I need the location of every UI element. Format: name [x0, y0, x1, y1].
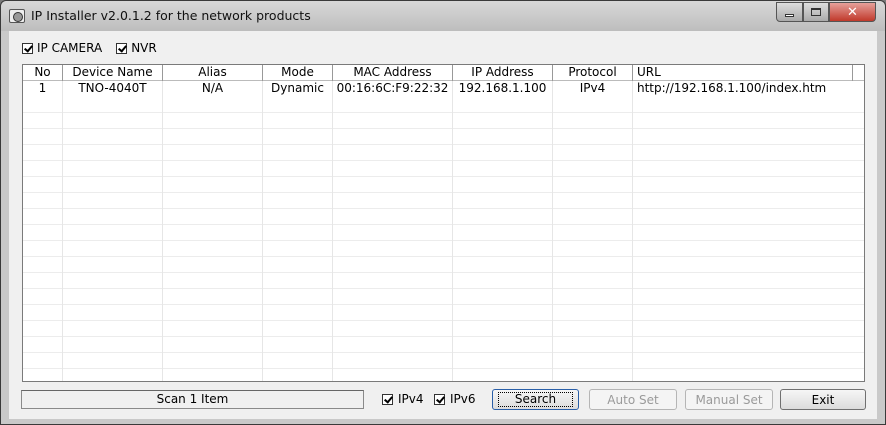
manual-set-button[interactable]: Manual Set [685, 389, 773, 410]
auto-set-button[interactable]: Auto Set [589, 389, 677, 410]
column-header-filler [853, 65, 864, 81]
column-header-ip-address[interactable]: IP Address [453, 65, 553, 81]
checkbox-checked-icon [434, 393, 445, 405]
ipv4-label: IPv4 [398, 392, 424, 406]
cell-url: http://192.168.1.100/index.htm [637, 81, 827, 95]
ipv6-label: IPv6 [450, 392, 476, 406]
checkbox-checked-icon [22, 42, 33, 54]
ip-camera-label: IP CAMERA [37, 41, 103, 55]
exit-button-label: Exit [811, 392, 835, 407]
column-header-url[interactable]: URL [633, 65, 853, 81]
window-title: IP Installer v2.0.1.2 for the network pr… [31, 8, 311, 23]
column-header-alias[interactable]: Alias [163, 65, 263, 81]
maximize-button[interactable] [803, 2, 829, 22]
maximize-icon [811, 8, 821, 16]
cell-mac-address: 00:16:6C:F9:22:32 [333, 81, 453, 97]
column-header-device-name[interactable]: Device Name [63, 65, 163, 81]
client-area: IP CAMERA NVR No Device Name Alias Mode … [9, 31, 877, 419]
close-button[interactable]: ✕ [829, 2, 876, 22]
app-window: IP Installer v2.0.1.2 for the network pr… [0, 0, 886, 425]
cell-device-name: TNO-4040T [63, 81, 163, 97]
ipv6-checkbox[interactable]: IPv6 [434, 392, 476, 406]
ip-camera-checkbox[interactable]: IP CAMERA [22, 41, 110, 55]
manual-set-button-label: Manual Set [695, 392, 763, 407]
table-row[interactable]: 1 TNO-4040T N/A Dynamic 00:16:6C:F9:22:3… [23, 81, 864, 97]
auto-set-button-label: Auto Set [607, 392, 659, 407]
product-filter-row: IP CAMERA NVR [22, 41, 165, 55]
list-gridlines [23, 97, 864, 381]
list-rows: 1 TNO-4040T N/A Dynamic 00:16:6C:F9:22:3… [23, 81, 864, 97]
search-button-label: Search [497, 392, 574, 407]
cell-alias: N/A [163, 81, 263, 97]
title-bar[interactable]: IP Installer v2.0.1.2 for the network pr… [1, 1, 885, 31]
list-header: No Device Name Alias Mode MAC Address IP… [23, 65, 864, 81]
exit-button[interactable]: Exit [780, 389, 866, 410]
cell-mode: Dynamic [263, 81, 333, 97]
minimize-button[interactable] [776, 2, 803, 22]
column-header-mac-address[interactable]: MAC Address [333, 65, 453, 81]
column-header-mode[interactable]: Mode [263, 65, 333, 81]
column-header-protocol[interactable]: Protocol [553, 65, 633, 81]
cell-no: 1 [23, 81, 63, 97]
device-list[interactable]: No Device Name Alias Mode MAC Address IP… [22, 64, 865, 382]
scan-status-field: Scan 1 Item [21, 390, 364, 409]
nvr-checkbox[interactable]: NVR [116, 41, 165, 55]
minimize-icon [785, 13, 794, 17]
cell-protocol: IPv4 [553, 81, 633, 97]
checkbox-checked-icon [116, 42, 128, 54]
nvr-label: NVR [131, 41, 157, 55]
search-button[interactable]: Search [492, 389, 579, 410]
ipv4-checkbox[interactable]: IPv4 [382, 392, 424, 406]
checkbox-checked-icon [382, 393, 393, 405]
cell-ip-address: 192.168.1.100 [453, 81, 553, 97]
close-icon: ✕ [847, 4, 858, 20]
app-eye-icon[interactable] [9, 9, 25, 23]
column-header-no[interactable]: No [23, 65, 63, 81]
